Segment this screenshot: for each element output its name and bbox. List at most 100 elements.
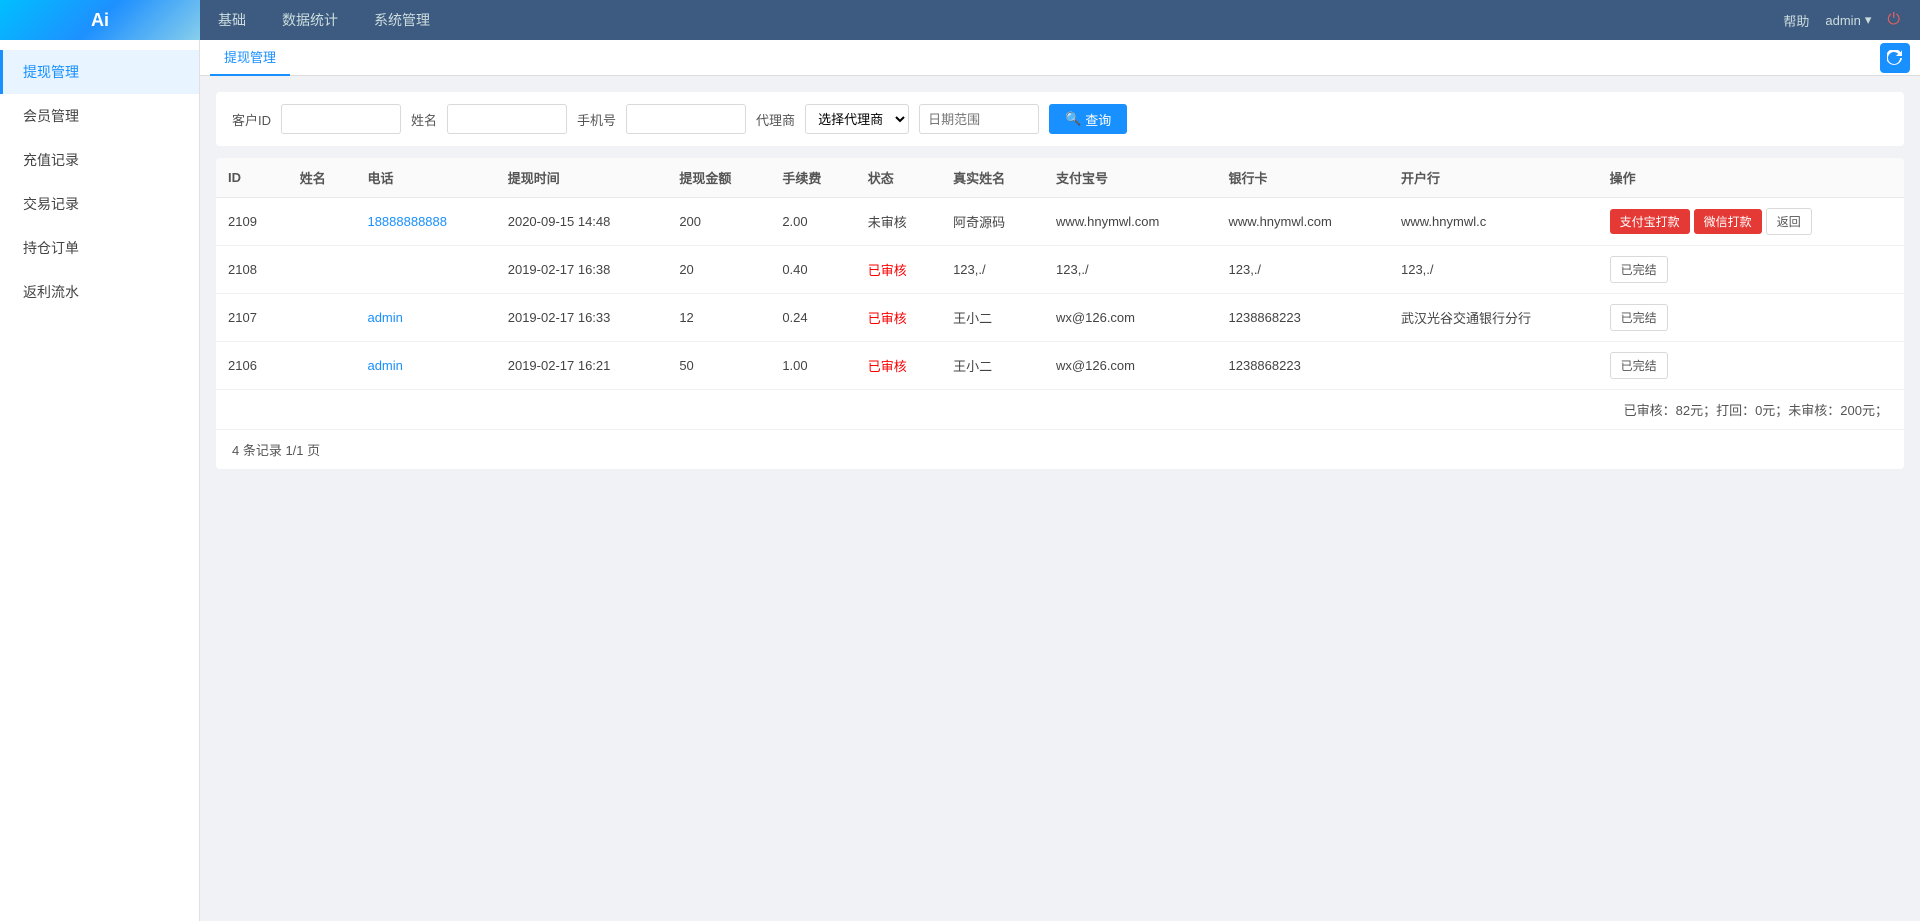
completed-button[interactable]: 已完结 — [1610, 352, 1668, 379]
search-icon: 🔍 — [1065, 111, 1081, 127]
cell-1-8: 123,./ — [1044, 246, 1216, 294]
cell-0-1 — [288, 198, 356, 246]
cell-1-9: 123,./ — [1217, 246, 1389, 294]
cell-1-5: 0.40 — [770, 246, 855, 294]
cell-2-4: 12 — [667, 294, 770, 342]
col-header-手续费: 手续费 — [770, 158, 855, 198]
sidebar-item-持仓订单[interactable]: 持仓订单 — [0, 226, 199, 270]
cell-0-2: 18888888888 — [355, 198, 495, 246]
dropdown-arrow-icon: ▾ — [1865, 12, 1872, 28]
name-input[interactable] — [447, 104, 567, 134]
refresh-icon[interactable] — [1880, 43, 1910, 73]
table-row: 2107admin2019-02-17 16:33120.24已审核王小二wx@… — [216, 294, 1904, 342]
top-nav-right: 帮助 admin ▾ ⏻ — [1783, 11, 1920, 30]
table-row: 2106admin2019-02-17 16:21501.00已审核王小二wx@… — [216, 342, 1904, 390]
table-row: 21082019-02-17 16:38200.40已审核123,./123,.… — [216, 246, 1904, 294]
cell-1-7: 123,./ — [941, 246, 1044, 294]
customer-id-input[interactable] — [281, 104, 401, 134]
cell-0-6: 未审核 — [856, 198, 941, 246]
top-navigation: Ai 基础数据统计系统管理 帮助 admin ▾ ⏻ — [0, 0, 1920, 40]
col-header-提现金额: 提现金额 — [667, 158, 770, 198]
cell-3-3: 2019-02-17 16:21 — [496, 342, 668, 390]
tab-bar: 提现管理 — [200, 40, 1920, 76]
date-range-input[interactable] — [919, 104, 1039, 134]
pagination-text: 4 条记录 1/1 页 — [232, 443, 320, 458]
tab-bar-right — [1880, 43, 1910, 73]
cell-0-4: 200 — [667, 198, 770, 246]
col-header-操作: 操作 — [1598, 158, 1904, 198]
sidebar-item-充值记录[interactable]: 充值记录 — [0, 138, 199, 182]
layout: 提现管理会员管理充值记录交易记录持仓订单返利流水 提现管理 客户ID 姓名 手机… — [0, 40, 1920, 921]
cell-2-3: 2019-02-17 16:33 — [496, 294, 668, 342]
agent-select[interactable]: 选择代理商 — [805, 104, 909, 134]
col-header-电话: 电话 — [355, 158, 495, 198]
pagination: 4 条记录 1/1 页 — [216, 429, 1904, 469]
sidebar-item-会员管理[interactable]: 会员管理 — [0, 94, 199, 138]
table-header-row: ID姓名电话提现时间提现金额手续费状态真实姓名支付宝号银行卡开户行操作 — [216, 158, 1904, 198]
sidebar-item-返利流水[interactable]: 返利流水 — [0, 270, 199, 314]
cell-0-8: www.hnymwl.com — [1044, 198, 1216, 246]
col-header-支付宝号: 支付宝号 — [1044, 158, 1216, 198]
col-header-ID: ID — [216, 158, 288, 198]
table-header: ID姓名电话提现时间提现金额手续费状态真实姓名支付宝号银行卡开户行操作 — [216, 158, 1904, 198]
cell-2-1 — [288, 294, 356, 342]
sidebar-item-交易记录[interactable]: 交易记录 — [0, 182, 199, 226]
cell-3-1 — [288, 342, 356, 390]
cell-3-5: 1.00 — [770, 342, 855, 390]
data-table-wrapper: ID姓名电话提现时间提现金额手续费状态真实姓名支付宝号银行卡开户行操作 2109… — [216, 158, 1904, 469]
cell-1-4: 20 — [667, 246, 770, 294]
search-button-label: 查询 — [1085, 110, 1111, 129]
cell-0-3: 2020-09-15 14:48 — [496, 198, 668, 246]
cell-3-10 — [1389, 342, 1598, 390]
cell-0-0: 2109 — [216, 198, 288, 246]
username-label: admin — [1825, 13, 1860, 28]
user-dropdown[interactable]: admin ▾ — [1825, 12, 1871, 28]
completed-button[interactable]: 已完结 — [1610, 256, 1668, 283]
col-header-提现时间: 提现时间 — [496, 158, 668, 198]
cell-2-8: wx@126.com — [1044, 294, 1216, 342]
withdrawal-table: ID姓名电话提现时间提现金额手续费状态真实姓名支付宝号银行卡开户行操作 2109… — [216, 158, 1904, 390]
return-button[interactable]: 返回 — [1766, 208, 1812, 235]
cell-2-6: 已审核 — [856, 294, 941, 342]
sidebar-item-提现管理[interactable]: 提现管理 — [0, 50, 199, 94]
col-header-开户行: 开户行 — [1389, 158, 1598, 198]
logout-button[interactable]: ⏻ — [1887, 11, 1900, 29]
top-nav-menu-基础[interactable]: 基础 — [200, 0, 264, 40]
alipay-payment-button[interactable]: 支付宝打款 — [1610, 209, 1690, 234]
help-link[interactable]: 帮助 — [1783, 11, 1809, 30]
cell-2-5: 0.24 — [770, 294, 855, 342]
cell-2-2: admin — [355, 294, 495, 342]
table-summary: 已审核：82元；打回：0元；未审核：200元； — [216, 390, 1904, 429]
actions-cell-3: 已完结 — [1598, 342, 1904, 390]
col-header-银行卡: 银行卡 — [1217, 158, 1389, 198]
page-content: 客户ID 姓名 手机号 代理商 选择代理商 🔍 查询 — [200, 76, 1920, 485]
table-body: 2109188888888882020-09-15 14:482002.00未审… — [216, 198, 1904, 390]
summary-text: 已审核：82元；打回：0元；未审核：200元； — [1624, 403, 1888, 418]
cell-2-9: 1238868223 — [1217, 294, 1389, 342]
wechat-payment-button[interactable]: 微信打款 — [1694, 209, 1762, 234]
table-row: 2109188888888882020-09-15 14:482002.00未审… — [216, 198, 1904, 246]
actions-cell-1: 已完结 — [1598, 246, 1904, 294]
cell-1-6: 已审核 — [856, 246, 941, 294]
top-nav-menu-系统管理[interactable]: 系统管理 — [356, 0, 448, 40]
actions-cell-2: 已完结 — [1598, 294, 1904, 342]
cell-1-10: 123,./ — [1389, 246, 1598, 294]
customer-id-label: 客户ID — [232, 110, 271, 129]
cell-3-4: 50 — [667, 342, 770, 390]
col-header-姓名: 姓名 — [288, 158, 356, 198]
search-button[interactable]: 🔍 查询 — [1049, 104, 1127, 134]
cell-3-0: 2106 — [216, 342, 288, 390]
cell-2-0: 2107 — [216, 294, 288, 342]
cell-2-10: 武汉光谷交通银行分行 — [1389, 294, 1598, 342]
search-bar: 客户ID 姓名 手机号 代理商 选择代理商 🔍 查询 — [216, 92, 1904, 146]
top-nav-menu-数据统计[interactable]: 数据统计 — [264, 0, 356, 40]
tab-label: 提现管理 — [224, 47, 276, 66]
completed-button[interactable]: 已完结 — [1610, 304, 1668, 331]
cell-3-6: 已审核 — [856, 342, 941, 390]
cell-1-0: 2108 — [216, 246, 288, 294]
cell-0-7: 阿奇源码 — [941, 198, 1044, 246]
tab-withdrawal-management[interactable]: 提现管理 — [210, 40, 290, 76]
cell-0-9: www.hnymwl.com — [1217, 198, 1389, 246]
phone-input[interactable] — [626, 104, 746, 134]
main-content: 提现管理 客户ID 姓名 手机号 代理商 选择代理商 — [200, 40, 1920, 921]
